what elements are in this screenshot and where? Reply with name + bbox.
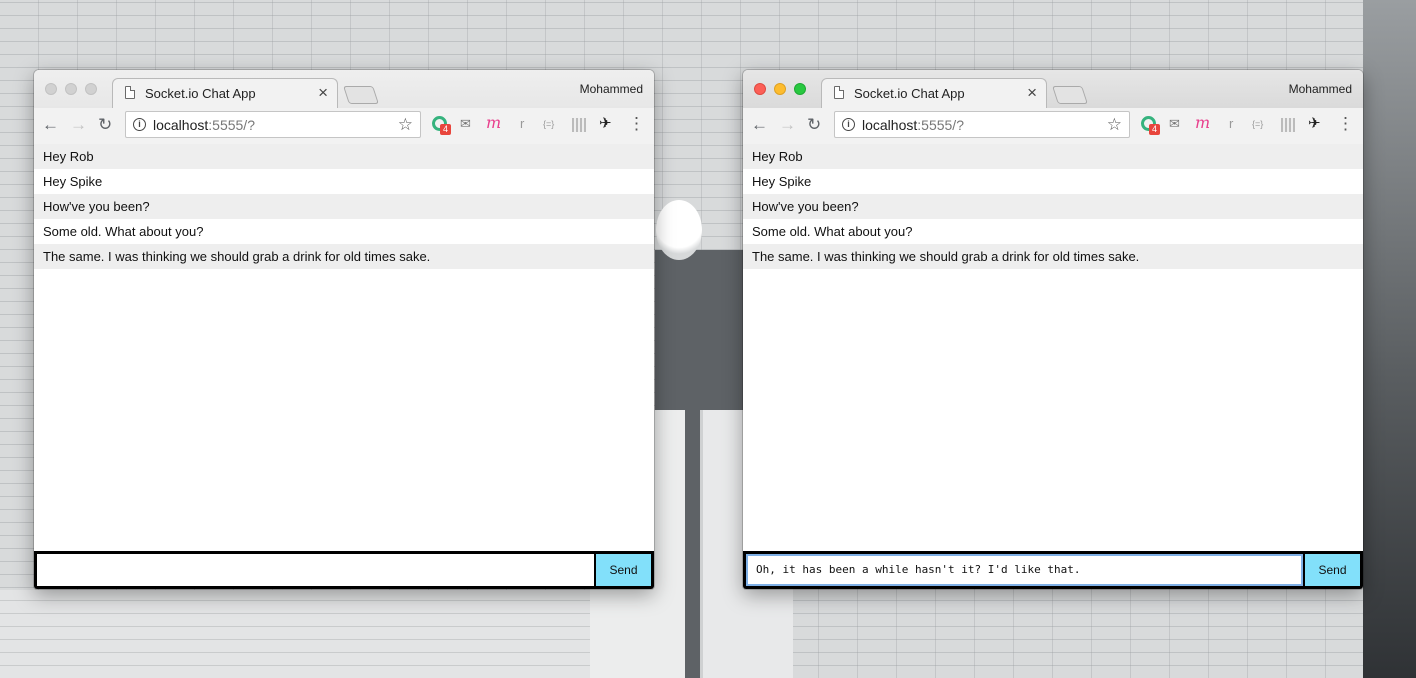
json-extension-icon[interactable]: {=} [1252, 119, 1263, 139]
r-extension-icon[interactable]: r [1229, 116, 1233, 136]
profile-name[interactable]: Mohammed [580, 82, 643, 96]
send-button[interactable]: Send [596, 554, 651, 586]
message-item: Some old. What about you? [752, 224, 913, 239]
new-tab-button[interactable] [343, 86, 379, 104]
url-path: :5555/? [208, 117, 255, 133]
info-icon[interactable]: i [133, 118, 146, 131]
url-path: :5555/? [917, 117, 964, 133]
browser-tab[interactable]: Socket.io Chat App × [112, 78, 338, 108]
message-item: The same. I was thinking we should grab … [743, 244, 1363, 269]
bookmark-star-icon[interactable]: ☆ [1107, 115, 1122, 135]
extension-badge: 4 [440, 124, 451, 135]
info-icon[interactable]: i [842, 118, 855, 131]
zoom-window-button[interactable] [85, 83, 97, 95]
tab-title: Socket.io Chat App [854, 86, 965, 101]
browser-tab[interactable]: Socket.io Chat App × [821, 78, 1047, 108]
minimize-window-button[interactable] [65, 83, 77, 95]
bird-extension-icon[interactable]: ✈ [599, 114, 612, 134]
address-bar[interactable]: i localhost:5555/? ☆ [125, 111, 421, 138]
send-button[interactable]: Send [1305, 554, 1360, 586]
extension-badge: 4 [1149, 124, 1160, 135]
message-input[interactable]: Oh, it has been a while hasn't it? I'd l… [746, 554, 1303, 586]
message-item: The same. I was thinking we should grab … [34, 244, 654, 269]
window-controls [754, 83, 806, 95]
message-list: Hey Rob Hey Spike How've you been? Some … [743, 144, 1363, 269]
background-lamp [656, 200, 702, 260]
browser-toolbar: ← → ↻ i localhost:5555/? ☆ 4 ✉ m r {=} ✈… [34, 108, 654, 145]
window-controls [45, 83, 97, 95]
message-item: Hey Spike [43, 174, 103, 189]
browser-menu-icon[interactable]: ⋮ [628, 114, 645, 134]
bookmark-star-icon[interactable]: ☆ [398, 115, 413, 135]
grid-extension-icon[interactable] [1281, 118, 1295, 132]
browser-window-left[interactable]: Socket.io Chat App × Mohammed ← → ↻ i lo… [34, 70, 654, 589]
grid-extension-icon[interactable] [572, 118, 586, 132]
address-bar[interactable]: i localhost:5555/? ☆ [834, 111, 1130, 138]
background-stairs [1363, 0, 1416, 678]
message-form: Oh, it has been a while hasn't it? I'd l… [743, 551, 1363, 589]
mail-extension-icon[interactable]: ✉ [1169, 116, 1180, 136]
message-input[interactable] [37, 554, 594, 586]
background-wall [0, 590, 655, 678]
url-text: localhost:5555/? [153, 117, 255, 133]
message-item: Hey Rob [34, 144, 654, 169]
close-window-button[interactable] [754, 83, 766, 95]
title-bar[interactable]: Socket.io Chat App × Mohammed [34, 70, 654, 108]
profile-name[interactable]: Mohammed [1289, 82, 1352, 96]
message-form: Send [34, 551, 654, 589]
zoom-window-button[interactable] [794, 83, 806, 95]
forward-icon[interactable]: → [70, 115, 87, 135]
tab-title: Socket.io Chat App [145, 86, 256, 101]
message-item: Hey Rob [743, 144, 1363, 169]
close-tab-icon[interactable]: × [318, 83, 328, 103]
url-host: localhost [153, 117, 209, 133]
message-item: How've you been? [34, 194, 654, 219]
back-icon[interactable]: ← [42, 115, 59, 135]
back-icon[interactable]: ← [751, 115, 768, 135]
json-extension-icon[interactable]: {=} [543, 119, 554, 139]
mail-extension-icon[interactable]: ✉ [460, 116, 471, 136]
browser-toolbar: ← → ↻ i localhost:5555/? ☆ 4 ✉ m r {=} ✈… [743, 108, 1363, 145]
minimize-window-button[interactable] [774, 83, 786, 95]
message-item: How've you been? [743, 194, 1363, 219]
m-extension-icon[interactable]: m [486, 113, 501, 133]
new-tab-button[interactable] [1052, 86, 1088, 104]
message-item: Some old. What about you? [43, 224, 204, 239]
close-window-button[interactable] [45, 83, 57, 95]
forward-icon[interactable]: → [779, 115, 796, 135]
bird-extension-icon[interactable]: ✈ [1308, 114, 1321, 134]
page-content: Hey Rob Hey Spike How've you been? Some … [743, 144, 1363, 589]
message-item: Hey Spike [752, 174, 812, 189]
browser-window-right[interactable]: Socket.io Chat App × Mohammed ← → ↻ i lo… [743, 70, 1363, 589]
title-bar[interactable]: Socket.io Chat App × Mohammed [743, 70, 1363, 108]
reload-icon[interactable]: ↻ [807, 115, 821, 135]
reload-icon[interactable]: ↻ [98, 115, 112, 135]
browser-menu-icon[interactable]: ⋮ [1337, 114, 1354, 134]
r-extension-icon[interactable]: r [520, 116, 524, 136]
close-tab-icon[interactable]: × [1027, 83, 1037, 103]
page-icon [125, 86, 135, 99]
page-content: Hey Rob Hey Spike How've you been? Some … [34, 144, 654, 589]
page-icon [834, 86, 844, 99]
message-list: Hey Rob Hey Spike How've you been? Some … [34, 144, 654, 269]
url-host: localhost [862, 117, 918, 133]
m-extension-icon[interactable]: m [1195, 113, 1210, 133]
url-text: localhost:5555/? [862, 117, 964, 133]
